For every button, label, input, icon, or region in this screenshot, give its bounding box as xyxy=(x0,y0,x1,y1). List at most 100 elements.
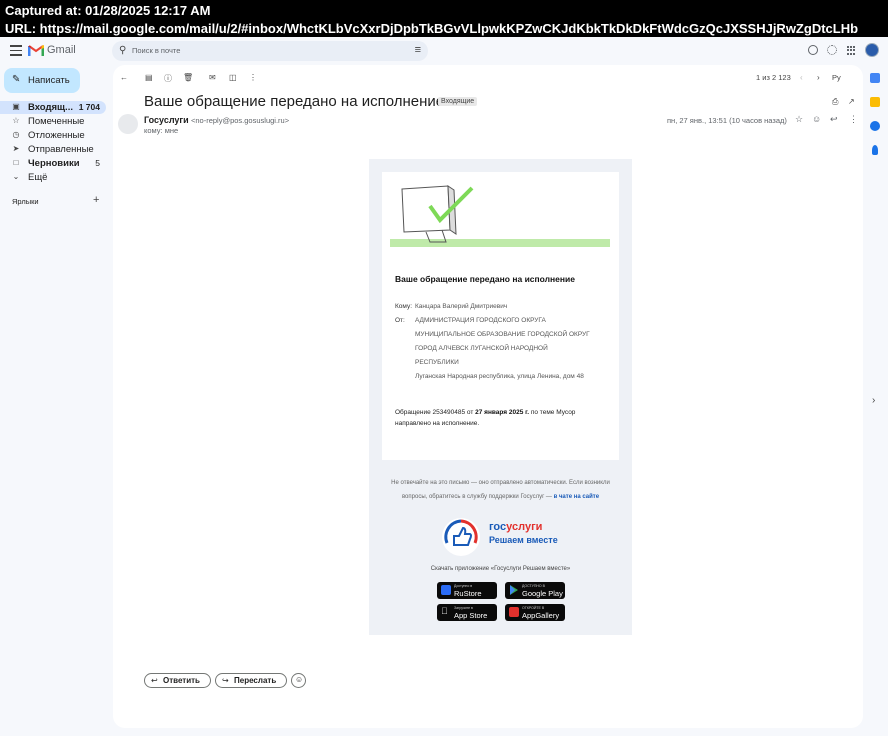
star-icon[interactable]: ☆ xyxy=(795,114,803,125)
sidebar-item-label: Отложенные xyxy=(28,130,85,141)
body-title: Ваше обращение передано на исполнение xyxy=(395,274,575,284)
sidebar-item-more[interactable]: ⌄ Ещё xyxy=(0,171,106,184)
store-caption: Загрузите в xyxy=(454,606,473,610)
para-prefix: Обращение 253490485 от xyxy=(395,409,476,416)
mark-unread-icon[interactable]: ✉ xyxy=(209,73,216,82)
brand-gos: гос xyxy=(489,521,507,533)
from-line: МУНИЦИПАЛЬНОЕ ОБРАЗОВАНИЕ ГОРОДСКОЙ ОКРУ… xyxy=(415,331,590,338)
capture-bar: Captured at: 01/28/2025 12:17 AM URL: ht… xyxy=(0,0,888,37)
email-body: Ваше обращение передано на исполнение Ко… xyxy=(369,159,632,635)
from-row: От: xyxy=(395,317,415,327)
sidebar-item-drafts[interactable]: □ Черновики 5 xyxy=(0,157,106,170)
gmail-app: Gmail ⚲ Поиск в почте ≡ ✎ Написать ▣ Вхо… xyxy=(0,37,888,736)
contacts-icon[interactable] xyxy=(872,145,878,155)
main-menu-icon[interactable] xyxy=(10,45,22,56)
gmail-m-icon xyxy=(28,45,44,56)
sidebar-item-count: 1 704 xyxy=(78,102,100,112)
from-line: РЕСПУБЛИКИ xyxy=(415,359,459,366)
google-play-icon xyxy=(510,585,518,595)
from-label: От: xyxy=(395,317,405,324)
compose-label: Написать xyxy=(28,75,70,86)
reply-label: Ответить xyxy=(163,676,200,685)
brand-slogan: Решаем вместе xyxy=(489,535,558,545)
report-spam-icon[interactable]: ⓘ xyxy=(164,73,172,84)
input-language-selector[interactable]: Ру xyxy=(832,73,841,82)
reply-button[interactable]: ↩ Ответить xyxy=(144,673,211,688)
calendar-icon[interactable] xyxy=(870,73,880,83)
gmail-logo[interactable]: Gmail xyxy=(28,44,76,56)
appgallery-badge[interactable]: ОТКРОЙТЕ В AppGallery xyxy=(505,604,565,621)
store-caption: Доступно в xyxy=(454,584,473,588)
sidebar-item-label: Входящ... xyxy=(28,102,73,113)
inbox-label-tag[interactable]: Входящие xyxy=(438,97,478,106)
reply-icon[interactable]: ↩ xyxy=(830,114,838,125)
para-date: 27 января 2025 г. xyxy=(475,409,530,416)
sender-name[interactable]: Госуслуги xyxy=(144,115,189,125)
from-line: АДМИНИСТРАЦИЯ ГОРОДСКОГО ОКРУГА xyxy=(415,317,546,324)
add-label-icon[interactable]: + xyxy=(93,194,99,206)
sidebar-item-count: 5 xyxy=(95,158,100,168)
store-name: RuStore xyxy=(454,589,482,598)
chevron-down-icon: ⌄ xyxy=(12,172,20,181)
print-icon[interactable]: ⎙ xyxy=(832,97,838,107)
keep-icon[interactable] xyxy=(870,97,880,107)
download-app-text: Скачать приложение «Госуслуги Решаем вме… xyxy=(430,566,571,572)
labels-header: Ярлыки xyxy=(12,197,39,206)
capture-timestamp: Captured at: 01/28/2025 12:17 AM xyxy=(5,3,211,18)
move-to-icon[interactable]: ◫ xyxy=(229,73,237,82)
open-new-window-icon[interactable]: ↗ xyxy=(848,97,855,106)
delete-icon[interactable]: 🗑 xyxy=(183,73,193,82)
back-arrow-icon[interactable]: ← xyxy=(120,73,128,82)
sidebar-item-snoozed[interactable]: ◷ Отложенные xyxy=(0,129,106,142)
sidebar-item-label: Ещё xyxy=(28,172,48,183)
sender-avatar xyxy=(118,114,138,134)
emoji-reaction-button[interactable]: ☺ xyxy=(291,673,306,688)
brand-uslugi: услуги xyxy=(506,521,543,533)
more-vert-icon[interactable]: ⋮ xyxy=(849,114,858,125)
store-caption: ДОСТУПНО В xyxy=(522,584,545,588)
settings-gear-icon[interactable] xyxy=(827,45,837,55)
notice-line: вопросы, обратитесь в службу поддержки Г… xyxy=(401,494,554,500)
monitor-check-illustration xyxy=(390,185,610,247)
from-line: ГОРОД АЛЧЕВСК ЛУГАНСКОЙ НАРОДНОЙ xyxy=(415,345,548,352)
help-icon[interactable] xyxy=(808,45,818,55)
draft-icon: □ xyxy=(13,158,19,167)
brand-name: госуслуги xyxy=(489,521,542,533)
recipient-details[interactable]: кому: мне xyxy=(144,126,178,135)
sidebar-item-sent[interactable]: ➤ Отправленные xyxy=(0,143,106,156)
expand-side-panel-icon[interactable]: › xyxy=(872,395,875,406)
sidebar-item-inbox[interactable]: ▣ Входящ... 1 704 xyxy=(0,101,106,114)
clock-icon: ◷ xyxy=(12,130,20,139)
tasks-icon[interactable] xyxy=(870,121,880,131)
more-options-icon[interactable]: ⋮ xyxy=(249,73,257,82)
emoji-reaction-icon[interactable]: ☺ xyxy=(812,114,821,124)
send-icon: ➤ xyxy=(12,144,20,153)
google-apps-icon[interactable] xyxy=(847,46,856,55)
app-store-badge[interactable]:  Загрузите в App Store xyxy=(437,604,497,621)
compose-button[interactable]: ✎ Написать xyxy=(4,68,80,93)
prev-chevron-icon[interactable]: ‹ xyxy=(800,73,803,82)
sender-email: <no-reply@pos.gosuslugi.ru> xyxy=(191,116,290,125)
appgallery-icon xyxy=(509,607,519,617)
gmail-title: Gmail xyxy=(47,44,76,56)
forward-button[interactable]: ↪ Переслать xyxy=(215,673,287,688)
sidebar-item-label: Помеченные xyxy=(28,116,85,127)
reply-arrow-icon: ↩ xyxy=(151,676,158,685)
sidebar-item-starred[interactable]: ☆ Помеченные xyxy=(0,115,106,128)
search-icon[interactable]: ⚲ xyxy=(119,45,126,56)
to-value: Канцара Валерий Дмитриевич xyxy=(415,303,508,310)
search-bar[interactable]: ⚲ Поиск в почте ≡ xyxy=(112,41,428,61)
support-chat-link[interactable]: в чате на сайте xyxy=(554,494,599,500)
notice-line: Не отвечайте на это письмо — оно отправл… xyxy=(391,480,610,486)
archive-icon[interactable]: ▤ xyxy=(145,73,153,82)
filter-options-icon[interactable]: ≡ xyxy=(415,44,421,56)
rustore-badge[interactable]: Доступно в RuStore xyxy=(437,582,497,599)
store-name: App Store xyxy=(454,611,488,620)
to-row: Кому: Канцара Валерий Дмитриевич xyxy=(395,303,615,313)
email-subject: Ваше обращение передано на исполнение xyxy=(144,93,445,110)
account-avatar[interactable] xyxy=(865,43,879,57)
next-chevron-icon[interactable]: › xyxy=(817,73,820,82)
google-play-badge[interactable]: ДОСТУПНО В Google Play xyxy=(505,582,565,599)
search-input[interactable]: Поиск в почте xyxy=(132,46,180,55)
store-name: Google Play xyxy=(522,589,563,598)
